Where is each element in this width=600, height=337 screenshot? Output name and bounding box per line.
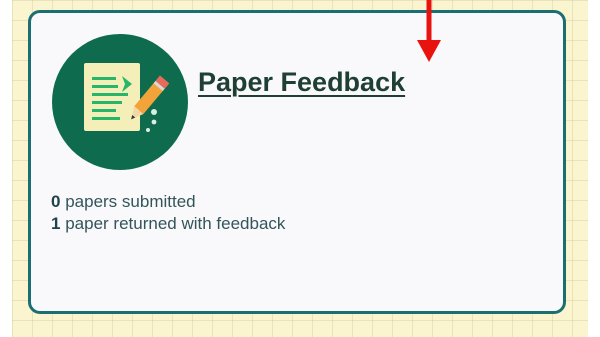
paper-feedback-card[interactable]: Paper Feedback 0 papers submitted 1 pape… — [28, 10, 566, 314]
paper-pencil-icon — [52, 34, 188, 170]
stat-submitted-count: 0 — [51, 192, 61, 211]
stat-returned-count: 1 — [51, 214, 61, 233]
stat-returned-label: paper returned with feedback — [65, 214, 286, 233]
canvas-background: Paper Feedback 0 papers submitted 1 pape… — [12, 0, 588, 337]
red-down-arrow-icon — [417, 0, 441, 62]
stat-submitted-label: papers submitted — [65, 192, 196, 211]
stat-submitted: 0 papers submitted — [51, 191, 285, 213]
stats-list: 0 papers submitted 1 paper returned with… — [51, 191, 285, 235]
paper-feedback-title-link[interactable]: Paper Feedback — [198, 67, 405, 98]
stat-returned: 1 paper returned with feedback — [51, 213, 285, 235]
